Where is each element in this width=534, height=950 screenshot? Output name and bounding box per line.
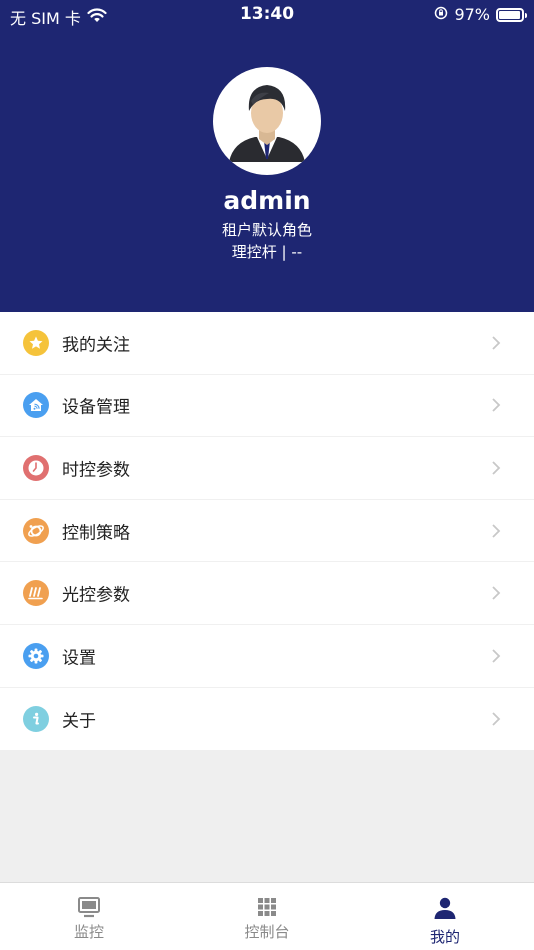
grid-icon [258,898,276,916]
tab-bar: 监控 控制台 我的 [0,882,534,950]
menu-item-time-control[interactable]: 时控参数 [0,437,534,500]
user-org: 理控杆 | -- [231,243,303,261]
menu-label: 设备管理 [62,397,130,418]
profile-header: 无 SIM 卡 13:40 97% admin 租户默认角色 理控杆 | -- [0,0,534,312]
battery-icon [496,7,527,22]
chevron-right-icon [492,649,501,663]
chevron-right-icon [492,712,501,726]
orientation-lock-icon [434,5,448,24]
tab-console[interactable]: 控制台 [178,883,356,950]
tab-monitor[interactable]: 监控 [0,883,178,950]
clock-icon [23,454,49,481]
tab-label: 监控 [73,923,104,941]
status-bar: 无 SIM 卡 13:40 97% [0,0,534,30]
settings-menu: 我的关注 设备管理 时控参数 控制策略 光控参数 设置 关于 [0,312,534,751]
tab-label: 我的 [429,928,460,946]
battery-percent: 97% [454,5,490,24]
chevron-right-icon [492,398,501,413]
chevron-right-icon [492,586,501,600]
avatar[interactable] [213,67,321,175]
menu-item-device-management[interactable]: 设备管理 [0,375,534,438]
user-role: 租户默认角色 [221,221,312,239]
light-icon [23,580,49,607]
tab-mine[interactable]: 我的 [356,883,534,950]
chevron-right-icon [492,461,501,475]
menu-label: 我的关注 [62,335,130,356]
menu-item-about[interactable]: 关于 [0,688,534,751]
chevron-right-icon [492,336,501,350]
menu-item-favorites[interactable]: 我的关注 [0,312,534,375]
star-icon [23,329,49,356]
menu-label: 控制策略 [62,523,130,544]
menu-label: 关于 [62,711,96,732]
strategy-icon [23,517,49,544]
menu-item-settings[interactable]: 设置 [0,625,534,688]
menu-label: 时控参数 [62,460,130,481]
username: admin [223,186,311,215]
person-icon [434,897,456,919]
tab-label: 控制台 [244,923,290,941]
menu-item-light-control[interactable]: 光控参数 [0,562,534,625]
menu-label: 光控参数 [62,585,130,606]
home-wifi-icon [23,392,49,419]
chevron-right-icon [492,523,501,538]
menu-label: 设置 [62,648,96,669]
monitor-icon [78,897,100,918]
info-icon [23,705,49,732]
gear-icon [23,642,49,669]
menu-item-control-strategy[interactable]: 控制策略 [0,500,534,563]
